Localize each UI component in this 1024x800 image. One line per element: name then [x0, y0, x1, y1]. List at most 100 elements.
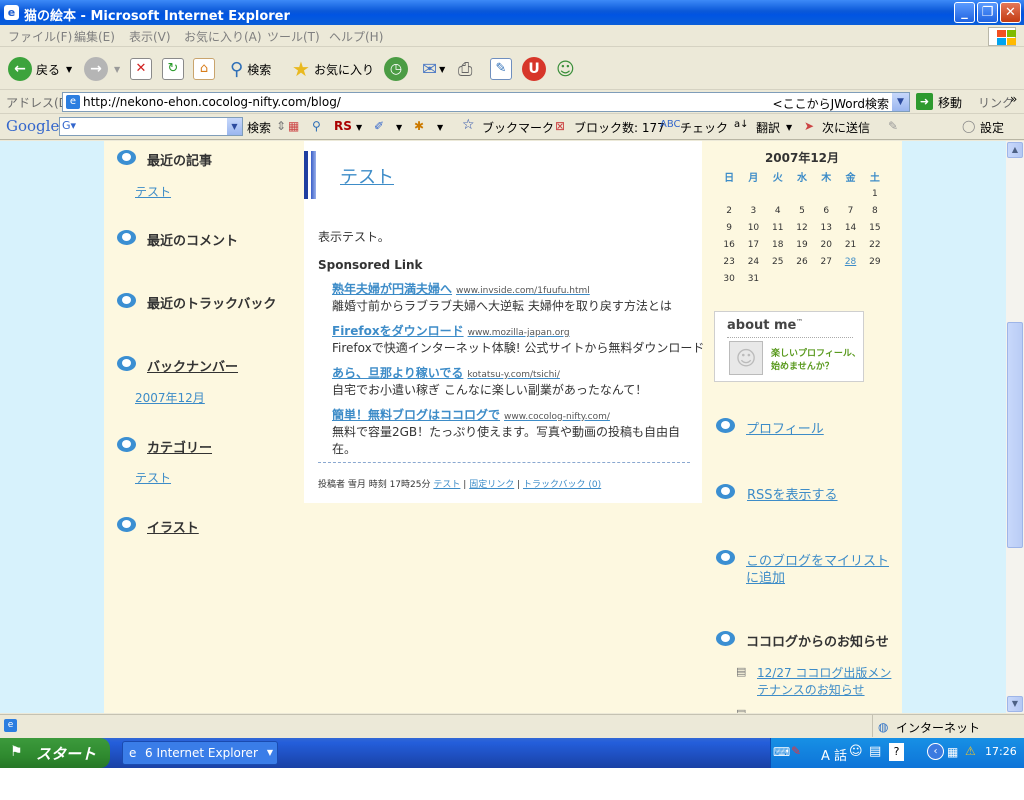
taskbar-ie-group[interactable]: e 6 Internet Explorer ▼	[122, 741, 278, 765]
calendar-day-link[interactable]: 28	[838, 253, 862, 270]
mail-button[interactable]: ✉ ▼	[422, 54, 445, 84]
scroll-down-icon[interactable]: ▼	[1007, 696, 1023, 712]
address-field[interactable]: e http://nekono-ehon.cocolog-nifty.com/b…	[62, 92, 910, 112]
translate-icon[interactable]: a↓	[734, 119, 749, 130]
tray-expand-icon[interactable]: ‹	[927, 743, 944, 760]
network-icon[interactable]: ▦	[947, 745, 958, 759]
forward-dropdown-icon[interactable]: ▼	[114, 65, 120, 74]
links-label[interactable]: リンク	[978, 94, 1014, 111]
news-link[interactable]: 12/27 ココログ出版メン	[757, 664, 891, 681]
menu-favorites[interactable]: お気に入り(A)	[184, 28, 262, 45]
gadget-dropdown-icon[interactable]: ▼	[437, 123, 443, 132]
forward-button[interactable]: → ▼	[84, 54, 120, 84]
ad-1-title-text[interactable]: 熟年夫婦が円満夫婦へ	[332, 282, 452, 296]
links-expand-icon[interactable]: »	[1010, 92, 1017, 106]
ime-tool-icon[interactable]: ☺	[849, 744, 863, 759]
minimize-button[interactable]: _	[954, 2, 975, 23]
google-nav-icon[interactable]: ⇕	[276, 119, 286, 133]
blogger-dropdown-icon[interactable]: ▼	[396, 123, 402, 132]
print-button[interactable]: ⎙	[458, 54, 472, 84]
pagerank-icon[interactable]: ▦	[288, 119, 299, 133]
aboutme-widget[interactable]: about me ™ ☺ 楽しいプロフィール、 始めませんか？	[714, 311, 864, 382]
ad-2-title-text[interactable]: Firefoxをダウンロード	[332, 324, 464, 338]
clock[interactable]: 17:26	[985, 745, 1017, 758]
spellcheck-icon[interactable]: ABC	[660, 119, 681, 130]
home-button[interactable]: ⌂	[193, 54, 215, 84]
settings-button[interactable]: 設定	[980, 119, 1004, 136]
bookmark-star-icon[interactable]: ☆	[462, 117, 475, 133]
translate-dropdown-icon[interactable]: ▼	[786, 123, 792, 132]
gadget-icon[interactable]: ✱	[414, 119, 424, 133]
settings-icon[interactable]: ◯	[962, 119, 975, 133]
go-arrow-icon[interactable]: ➜	[916, 93, 933, 110]
ad-2-title[interactable]: Firefoxをダウンロード www.mozilla-japan.org	[332, 322, 570, 339]
profile-link[interactable]: プロフィール	[746, 418, 824, 437]
sidebar-illust-title[interactable]: イラスト	[117, 517, 199, 536]
back-button[interactable]: ← 戻る ▼	[8, 54, 72, 84]
address-url[interactable]: http://nekono-ehon.cocolog-nifty.com/blo…	[83, 95, 341, 109]
sidebar-backnumber-link[interactable]: 2007年12月	[135, 389, 205, 406]
post-category-link[interactable]: テスト	[433, 480, 460, 490]
sidebar-category-title[interactable]: カテゴリー	[117, 437, 212, 456]
permalink[interactable]: 固定リンク	[469, 480, 514, 490]
ad-3-desc: 自宅でお小遣い稼ぎ こんなに楽しい副業があったなんて！	[332, 383, 648, 397]
back-dropdown-icon[interactable]: ▼	[66, 65, 72, 74]
menu-help[interactable]: ヘルプ(H)	[329, 28, 383, 45]
menu-file[interactable]: ファイル(F)	[8, 28, 72, 45]
address-dropdown-icon[interactable]: ▼	[892, 93, 909, 111]
sidebar-category-link[interactable]: テスト	[135, 469, 171, 486]
send-to-button[interactable]: 次に送信	[822, 119, 870, 136]
sidebar-backnumber-title[interactable]: バックナンバー	[117, 356, 238, 375]
stop-button[interactable]: ✕	[130, 54, 152, 84]
highlighter-icon[interactable]: ✎	[888, 119, 898, 133]
translate-button[interactable]: 翻訳	[756, 119, 780, 136]
favorites-button[interactable]: ★ お気に入り	[292, 54, 374, 84]
u-button[interactable]: U	[522, 54, 546, 84]
history-button[interactable]: ◷	[384, 54, 408, 84]
google-dropdown-icon[interactable]: ▼	[227, 118, 242, 135]
menu-edit[interactable]: 編集(E)	[74, 28, 115, 45]
google-search-button[interactable]: 検索	[247, 119, 271, 136]
menu-tools[interactable]: ツール(T)	[267, 28, 320, 45]
go-button[interactable]: 移動	[938, 94, 962, 111]
trackback-link[interactable]: トラックバック (0)	[523, 480, 601, 490]
search-button[interactable]: ⚲ 検索	[230, 54, 271, 84]
ime-icon[interactable]: ✎	[791, 744, 801, 758]
ad-1-title[interactable]: 熟年夫婦が円満夫婦へ www.invside.com/1fuufu.html	[332, 280, 590, 297]
scroll-thumb[interactable]	[1007, 322, 1023, 548]
ad-4-title-text[interactable]: 簡単！無料ブログはココログで	[332, 408, 500, 422]
edit-button[interactable]: ✎	[490, 54, 512, 84]
blogger-icon[interactable]: ✐	[374, 119, 384, 133]
heart-icon	[117, 293, 136, 308]
post-title[interactable]: テスト	[340, 163, 394, 189]
scroll-up-icon[interactable]: ▲	[1007, 142, 1023, 158]
rs-button[interactable]: RS	[334, 119, 352, 133]
popup-blocked-count[interactable]: ブロック数: 177	[574, 119, 665, 136]
bookmark-button[interactable]: ブックマーク	[482, 119, 554, 136]
close-button[interactable]: ✕	[1000, 2, 1021, 23]
menu-view[interactable]: 表示(V)	[129, 28, 171, 45]
ime-dict-icon[interactable]: ▤	[869, 744, 881, 759]
keyboard-icon[interactable]: ⌨	[773, 745, 790, 759]
start-button[interactable]: ⚑ スタート	[0, 738, 110, 768]
send-icon[interactable]: ➤	[804, 119, 814, 133]
security-icon[interactable]: ⚠	[965, 744, 976, 758]
google-search-input[interactable]: G▾ ▼	[59, 117, 243, 136]
refresh-button[interactable]: ↻	[162, 54, 184, 84]
sidebar-recent-post-link[interactable]: テスト	[135, 183, 171, 200]
news-link-cont[interactable]: テナンスのお知らせ	[757, 681, 865, 698]
rs-dropdown-icon[interactable]: ▼	[356, 123, 362, 132]
restore-button[interactable]: ❐	[977, 2, 998, 23]
rss-link[interactable]: RSSを表示する	[747, 484, 838, 503]
mylist-link-cont[interactable]: に追加	[746, 567, 785, 586]
messenger-button[interactable]: ☺	[556, 54, 575, 84]
ad-3-title-text[interactable]: あら、旦那より稼いでる	[332, 366, 463, 380]
ime-mode[interactable]: A 話	[821, 745, 847, 764]
magnify-icon[interactable]: ⚲	[312, 119, 321, 133]
jword-search-text[interactable]: <ここからJWord検索	[773, 95, 889, 112]
ad-3-title[interactable]: あら、旦那より稼いでる kotatsu-y.com/tsichi/	[332, 364, 560, 381]
vertical-scrollbar[interactable]: ▲ ▼	[1006, 141, 1024, 713]
ad-4-title[interactable]: 簡単！無料ブログはココログで www.cocolog-nifty.com/	[332, 406, 610, 423]
ime-help-icon[interactable]: ?	[889, 743, 904, 761]
spellcheck-button[interactable]: チェック	[680, 119, 728, 136]
